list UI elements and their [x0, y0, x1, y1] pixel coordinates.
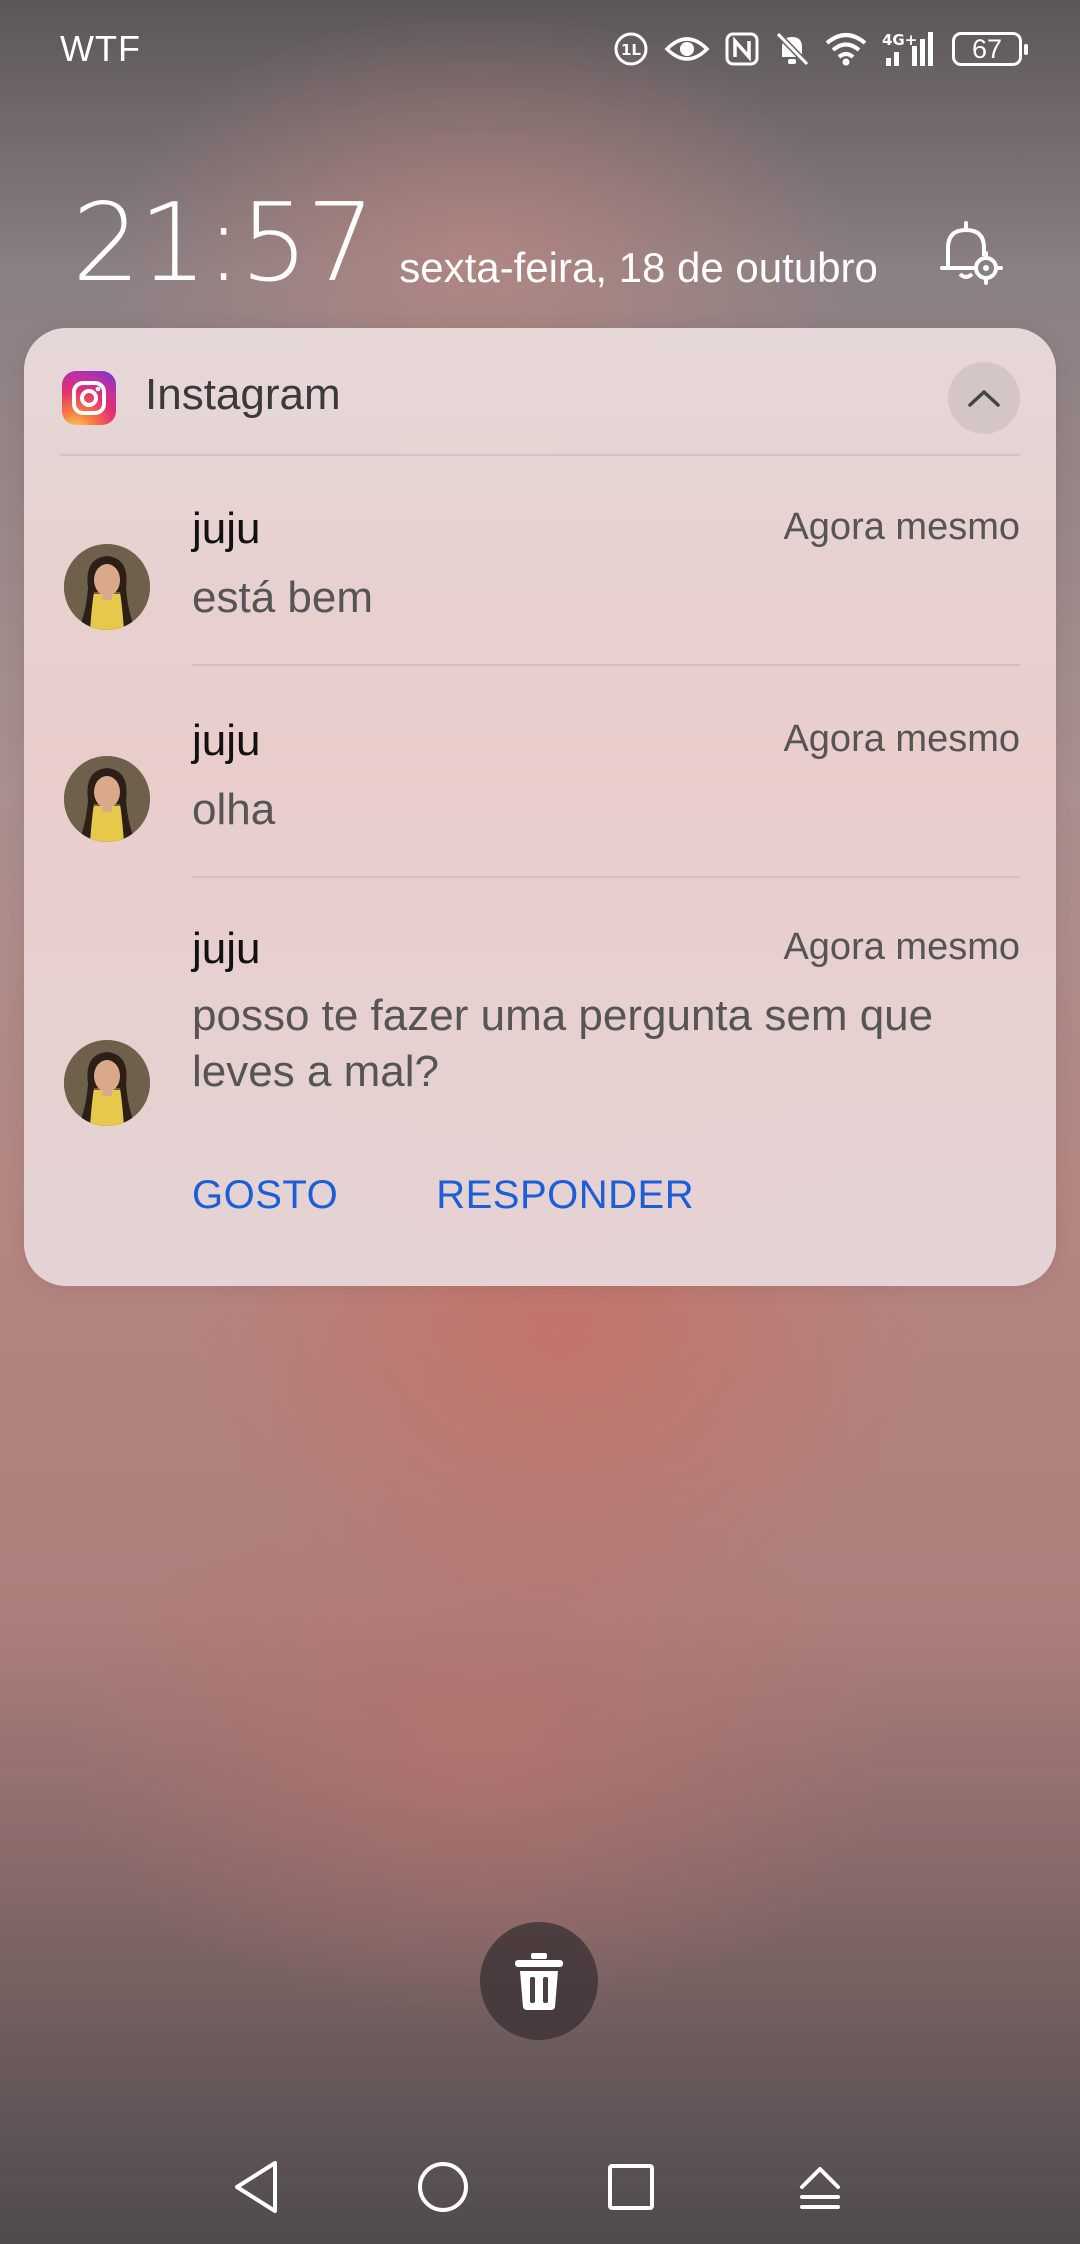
chevron-up-icon: [968, 390, 1000, 407]
wifi-icon: [824, 31, 868, 67]
message-divider: [192, 664, 1020, 666]
message-time: Agora mesmo: [783, 926, 1020, 968]
message-text: está bem: [192, 573, 373, 622]
trash-icon: [515, 1953, 563, 2010]
lockscreen-date: sexta-feira, 18 de outubro: [399, 244, 878, 291]
notification-header: Instagram: [24, 328, 1056, 456]
reply-button[interactable]: RESPONDER: [436, 1173, 694, 1218]
message-divider: [192, 876, 1020, 878]
mute-bell-icon: [774, 30, 810, 68]
message-text: olha: [192, 785, 276, 834]
like-button[interactable]: GOSTO: [192, 1173, 338, 1218]
svg-text:1L: 1L: [621, 41, 641, 59]
header-divider: [60, 454, 1020, 456]
notification-actions: GOSTO RESPONDER: [192, 1173, 694, 1218]
instagram-notification-card[interactable]: Instagram juju Agora mesmo está bem juju…: [24, 328, 1056, 1286]
data-saver-icon: 1L: [612, 30, 650, 68]
collapse-button[interactable]: [948, 362, 1020, 434]
avatar: [64, 1040, 150, 1126]
message-item[interactable]: juju Agora mesmo olha: [24, 688, 1056, 878]
message-sender: juju: [192, 716, 261, 765]
recents-square-icon: [608, 2164, 654, 2210]
dock-toggle-button[interactable]: [785, 2152, 855, 2222]
navigation-bar: [0, 2130, 1080, 2244]
status-icons: 1L 4G+ 67: [612, 30, 1028, 68]
home-button[interactable]: [408, 2152, 478, 2222]
message-time: Agora mesmo: [783, 506, 1020, 548]
home-circle-icon: [418, 2162, 468, 2212]
notification-settings-icon[interactable]: [934, 218, 1004, 288]
message-time: Agora mesmo: [783, 718, 1020, 760]
recents-button[interactable]: [596, 2152, 666, 2222]
status-bar: WTF 1L 4G+ 67: [0, 0, 1080, 100]
message-item[interactable]: juju Agora mesmo posso te fazer uma perg…: [24, 898, 1056, 1138]
back-triangle-icon: [235, 2161, 277, 2213]
message-sender: juju: [192, 504, 261, 553]
avatar: [64, 756, 150, 842]
message-text: posso te fazer uma pergunta sem que leve…: [192, 991, 934, 1096]
eye-comfort-icon: [664, 32, 710, 66]
lockscreen-clock-row: 21:57 sexta-feira, 18 de outubro: [72, 190, 878, 298]
upload-arrow-icon: [800, 2167, 840, 2209]
lockscreen-time: 21:57: [72, 181, 375, 306]
message-item[interactable]: juju Agora mesmo está bem: [24, 478, 1056, 668]
battery-icon: 67: [952, 32, 1028, 66]
clear-notifications-button[interactable]: [480, 1922, 598, 2040]
nfc-icon: [724, 31, 760, 67]
4g-signal-icon: 4G+: [882, 30, 938, 68]
carrier-name: WTF: [60, 28, 141, 69]
message-sender: juju: [192, 924, 261, 973]
avatar: [64, 544, 150, 630]
instagram-app-icon: [62, 371, 116, 425]
back-button[interactable]: [222, 2152, 292, 2222]
app-name: Instagram: [145, 370, 341, 419]
